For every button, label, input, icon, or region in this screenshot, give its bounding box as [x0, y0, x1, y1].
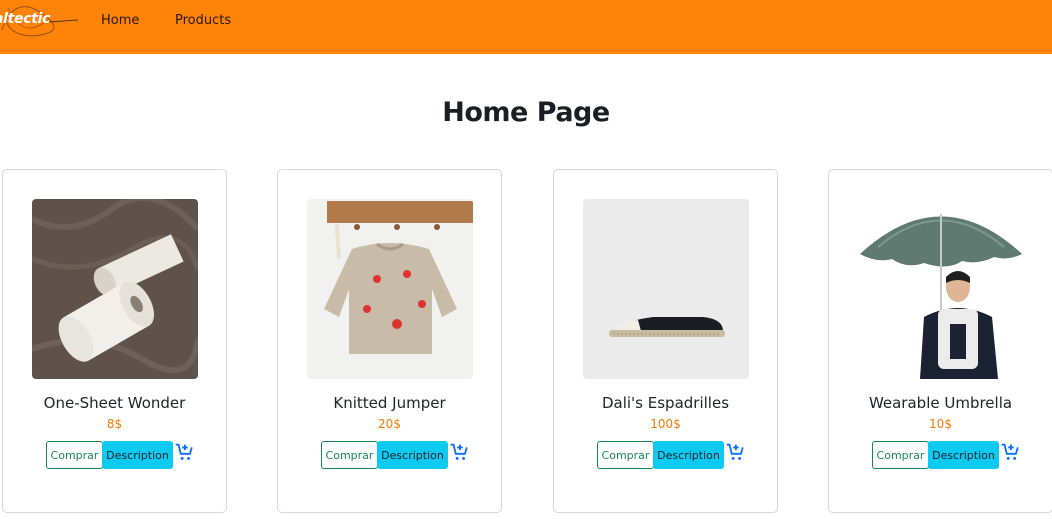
- comprar-button[interactable]: Comprar: [872, 441, 929, 469]
- product-name: One-Sheet Wonder: [43, 394, 186, 412]
- product-price: 10$: [929, 417, 952, 431]
- comprar-button[interactable]: Comprar: [597, 441, 654, 469]
- knitted-jumper-image: [307, 199, 473, 379]
- product-price: 20$: [378, 417, 401, 431]
- description-button[interactable]: Description: [653, 441, 724, 469]
- description-button[interactable]: Description: [928, 441, 999, 469]
- product-name: Knitted Jumper: [333, 394, 446, 412]
- product-name: Wearable Umbrella: [868, 394, 1013, 412]
- description-button[interactable]: Description: [377, 441, 448, 469]
- toilet-paper-image: [32, 199, 198, 379]
- add-to-cart-icon[interactable]: [724, 441, 746, 463]
- add-to-cart-icon[interactable]: [173, 441, 195, 463]
- navbar: altectic Home Products: [0, 0, 1052, 54]
- espadrille-image: [583, 199, 749, 379]
- product-card: Dali's Espadrilles 100$ Comprar Descript…: [553, 169, 778, 513]
- comprar-button[interactable]: Comprar: [46, 441, 103, 469]
- brand-logo[interactable]: altectic: [0, 0, 82, 40]
- nav-link-products[interactable]: Products: [175, 13, 231, 28]
- description-button[interactable]: Description: [102, 441, 173, 469]
- product-price: 8$: [106, 417, 123, 431]
- umbrella-image: [858, 199, 1024, 379]
- product-card: One-Sheet Wonder 8$ Comprar Description: [2, 169, 227, 513]
- add-to-cart-icon[interactable]: [999, 441, 1021, 463]
- product-card: Knitted Jumper 20$ Comprar Description: [277, 169, 502, 513]
- comprar-button[interactable]: Comprar: [321, 441, 378, 469]
- page-title: Home Page: [442, 97, 610, 128]
- product-card: Wearable Umbrella 10$ Comprar Descriptio…: [828, 169, 1052, 513]
- add-to-cart-icon[interactable]: [448, 441, 470, 463]
- product-name: Dali's Espadrilles: [601, 394, 730, 412]
- product-price: 100$: [650, 417, 681, 431]
- nav-link-home[interactable]: Home: [101, 13, 139, 28]
- logo-text: altectic: [0, 11, 51, 27]
